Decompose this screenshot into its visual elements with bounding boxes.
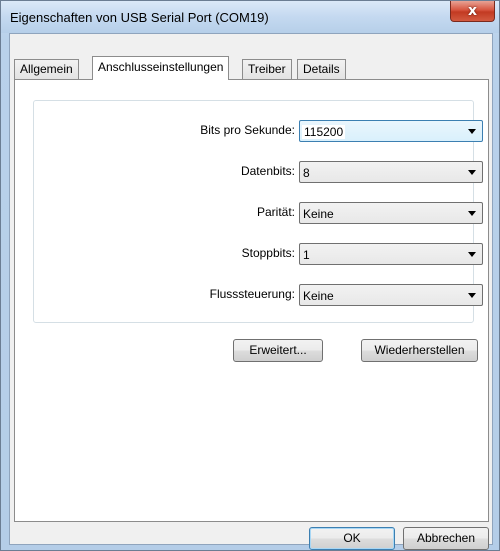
baudrate-value: 115200: [302, 125, 346, 139]
cancel-button[interactable]: Abbrechen: [403, 527, 489, 550]
properties-dialog: Eigenschaften von USB Serial Port (COM19…: [0, 0, 500, 551]
tab-details[interactable]: Details: [297, 59, 346, 79]
baudrate-select[interactable]: 115200: [299, 120, 483, 142]
setting-row-stopbits: Stoppbits: 1: [34, 241, 483, 265]
databits-select[interactable]: 8: [299, 161, 483, 183]
stopbits-select[interactable]: 1: [299, 243, 483, 265]
tab-anschlusseinstellungen[interactable]: Anschlusseinstellungen: [92, 56, 230, 80]
restore-defaults-button[interactable]: Wiederherstellen: [361, 339, 478, 362]
ok-button[interactable]: OK: [309, 527, 395, 550]
flowcontrol-select[interactable]: Keine: [299, 284, 483, 306]
dialog-client-area: Allgemein Anschlusseinstellungen Treiber…: [9, 33, 493, 550]
parity-label: Parität:: [256, 205, 295, 219]
stopbits-value: 1: [303, 248, 310, 262]
chevron-down-icon: [468, 129, 476, 134]
databits-label: Datenbits:: [240, 164, 295, 178]
window-title: Eigenschaften von USB Serial Port (COM19…: [10, 10, 269, 25]
tab-strip: Allgemein Anschlusseinstellungen Treiber…: [14, 56, 488, 80]
baudrate-label: Bits pro Sekunde:: [200, 123, 295, 137]
close-button[interactable]: x: [450, 1, 495, 22]
parity-select[interactable]: Keine: [299, 202, 483, 224]
setting-row-parity: Parität: Keine: [34, 200, 483, 224]
databits-value: 8: [303, 166, 310, 180]
chevron-down-icon: [468, 170, 476, 175]
stopbits-label: Stoppbits:: [241, 246, 295, 260]
setting-row-databits: Datenbits: 8: [34, 159, 483, 183]
port-settings-group: Bits pro Sekunde: 115200 Datenbits: 8 Pa…: [33, 100, 483, 323]
tab-allgemein[interactable]: Allgemein: [14, 59, 79, 79]
tab-treiber[interactable]: Treiber: [242, 59, 292, 79]
setting-row-baudrate: Bits pro Sekunde: 115200: [34, 118, 483, 142]
close-icon: x: [467, 3, 478, 19]
chevron-down-icon: [468, 293, 476, 298]
flowcontrol-value: Keine: [303, 289, 334, 303]
flowcontrol-label: Flusssteuerung:: [209, 287, 295, 301]
setting-row-flowcontrol: Flusssteuerung: Keine: [34, 282, 483, 306]
parity-value: Keine: [303, 207, 334, 221]
title-bar[interactable]: Eigenschaften von USB Serial Port (COM19…: [1, 1, 499, 33]
chevron-down-icon: [468, 252, 476, 257]
advanced-button[interactable]: Erweitert...: [233, 339, 323, 362]
chevron-down-icon: [468, 211, 476, 216]
tab-panel-anschlusseinstellungen: Bits pro Sekunde: 115200 Datenbits: 8 Pa…: [14, 79, 489, 522]
